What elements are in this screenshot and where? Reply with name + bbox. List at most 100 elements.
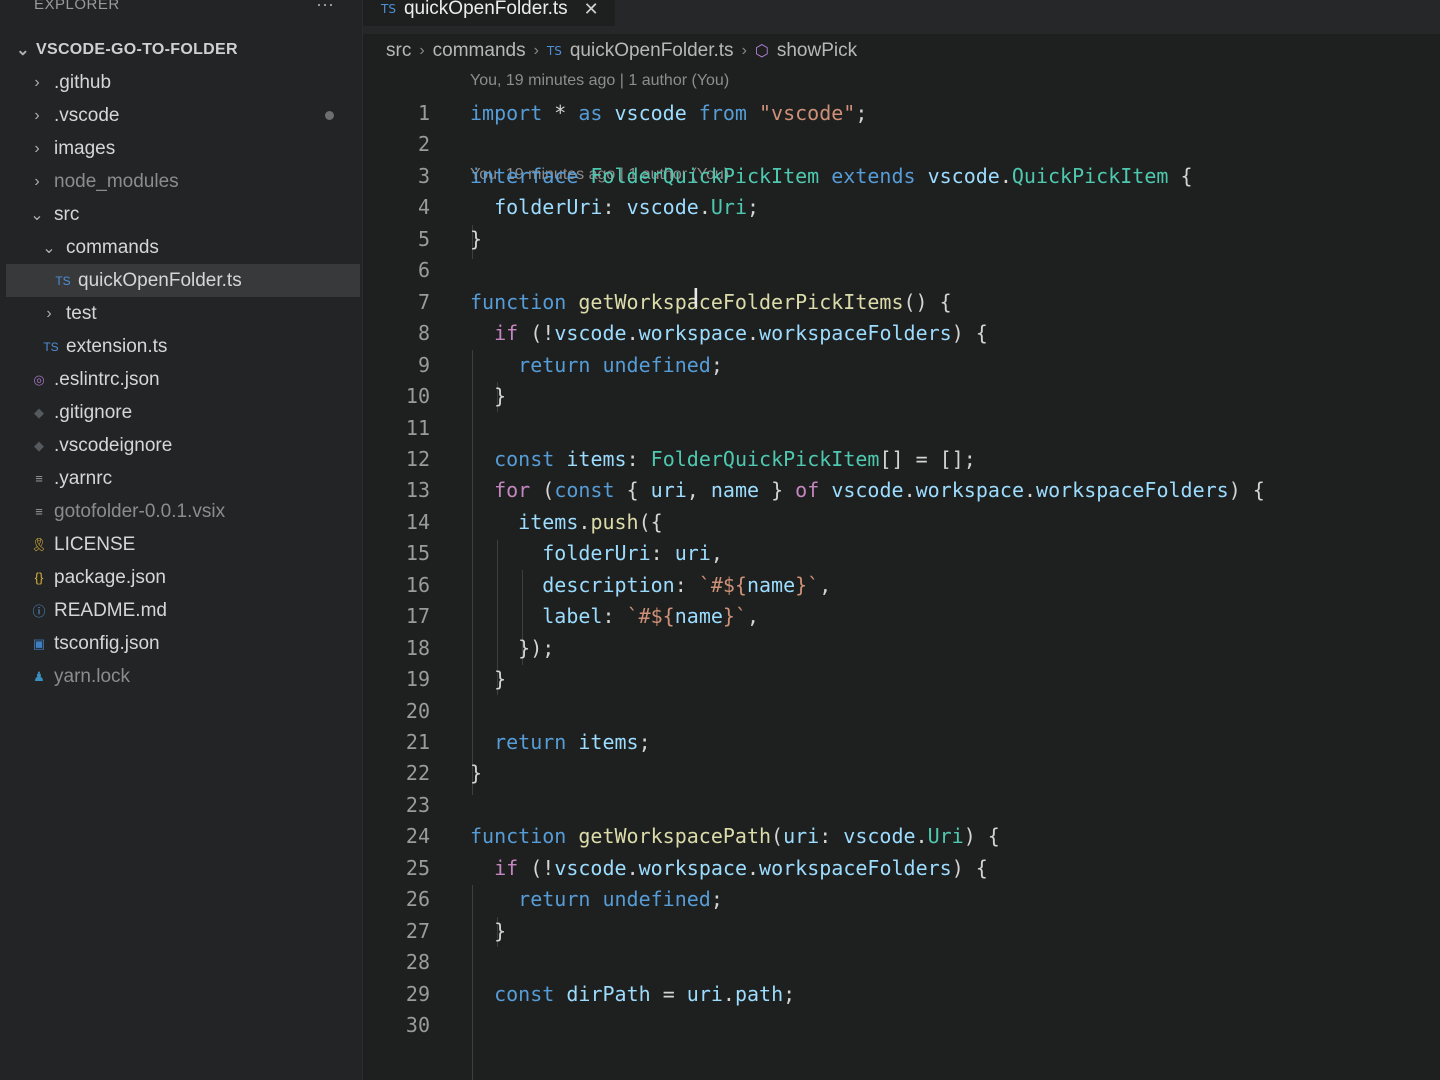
code-token: , xyxy=(686,478,711,503)
explorer-item[interactable]: ⌄ commands xyxy=(6,231,360,264)
explorer-item[interactable]: ⌄ src xyxy=(6,198,360,231)
explorer-item[interactable]: › node_modules xyxy=(6,165,360,198)
code-line[interactable]: 4 folderUri: vscode.Uri; xyxy=(380,192,1440,222)
code-token: workspace xyxy=(638,321,747,346)
explorer-item[interactable]: › test xyxy=(6,297,360,330)
code-token: } xyxy=(470,761,483,786)
codelens-blame[interactable]: You, 19 minutes ago | 1 author (You) xyxy=(470,72,729,90)
code-text: } xyxy=(470,919,506,943)
explorer-item[interactable]: › .github xyxy=(6,66,360,99)
code-token: `#${ xyxy=(698,572,747,597)
code-line[interactable]: 15 folderUri: uri, xyxy=(380,538,1440,568)
explorer-item[interactable]: ◆ .vscodeignore xyxy=(6,429,360,462)
explorer-item[interactable]: ◆ .gitignore xyxy=(6,396,360,429)
code-line[interactable]: 14 items.push({ xyxy=(380,507,1440,537)
explorer-item[interactable]: ≡ gotofolder-0.0.1.vsix xyxy=(6,495,360,528)
code-line[interactable]: 2 xyxy=(380,129,1440,159)
code-token: extends xyxy=(831,163,916,188)
explorer-item[interactable]: ◎ .eslintrc.json xyxy=(6,363,360,396)
code-token: items xyxy=(566,446,627,471)
explorer-item[interactable]: › images xyxy=(6,132,360,165)
code-line[interactable]: 7 function getWorkspaceFolderPickItems() … xyxy=(380,287,1440,317)
code-token: , xyxy=(747,604,760,629)
explorer-item[interactable]: ≡ .yarnrc xyxy=(6,462,360,495)
explorer-item-label: .github xyxy=(54,71,112,93)
code-token: ( xyxy=(530,478,555,503)
workspace-root-label: VSCODE-GO-TO-FOLDER xyxy=(36,41,238,58)
explorer-item-label: .gitignore xyxy=(54,401,133,423)
code-line[interactable]: 3 interface FolderQuickPickItem extends v… xyxy=(380,161,1440,191)
code-line[interactable]: 24 function getWorkspacePath(uri: vscode.… xyxy=(380,821,1440,851)
explorer-item[interactable]: 🎗 LICENSE xyxy=(6,528,360,561)
code-token: "vscode" xyxy=(746,101,856,125)
explorer-item[interactable]: › .vscode xyxy=(6,99,360,132)
line-number: 28 xyxy=(405,950,430,975)
explorer-item[interactable]: {} package.json xyxy=(6,561,360,594)
breadcrumb-src[interactable]: src xyxy=(386,40,411,62)
code-line[interactable]: 11 xyxy=(380,413,1440,443)
close-icon[interactable]: ✕ xyxy=(584,0,599,20)
code-line[interactable]: 19 } xyxy=(380,664,1440,694)
code-text: const dirPath = uri.path; xyxy=(470,982,795,1006)
code-token: : xyxy=(674,572,699,597)
code-line[interactable]: 30 xyxy=(380,1010,1440,1040)
line-number: 8 xyxy=(417,321,430,346)
code-line[interactable]: 26 return undefined; xyxy=(380,884,1440,914)
code-line[interactable]: 22} xyxy=(380,758,1440,788)
code-line[interactable]: 8 if (!vscode.workspace.workspaceFolders… xyxy=(380,318,1440,348)
line-number: 27 xyxy=(405,918,430,943)
code-token: folderUri xyxy=(494,195,603,220)
code-line[interactable]: 21 return items; xyxy=(380,727,1440,757)
tsconfig-icon: ▣ xyxy=(32,635,46,651)
breadcrumb-file[interactable]: quickOpenFolder.ts xyxy=(570,40,734,62)
explorer-item[interactable]: ▣ tsconfig.json xyxy=(6,627,360,660)
code-line[interactable]: 13 for (const { uri, name } of vscode.wo… xyxy=(380,475,1440,505)
breadcrumb-symbol[interactable]: showPick xyxy=(777,40,857,62)
code-line[interactable]: 29 const dirPath = uri.path; xyxy=(380,979,1440,1009)
code-line[interactable]: 1 import * as vscode from "vscode"; xyxy=(380,98,1440,128)
explorer-item[interactable]: ⓘ README.md xyxy=(6,594,360,627)
code-line[interactable]: 12 const items: FolderQuickPickItem[] = … xyxy=(380,444,1440,474)
code-token: ; xyxy=(710,887,723,912)
code-token: vscode xyxy=(927,163,1000,188)
line-number: 6 xyxy=(417,258,430,283)
code-text: for (const { uri, name } of vscode.works… xyxy=(470,478,1265,502)
code-line[interactable]: 25 if (!vscode.workspace.workspaceFolder… xyxy=(380,853,1440,883)
code-token: } xyxy=(759,478,796,503)
code-token: : xyxy=(626,446,651,471)
code-line[interactable]: 23 xyxy=(380,790,1440,820)
json-icon: {} xyxy=(34,570,44,585)
explorer-item[interactable]: TS extension.ts xyxy=(6,330,360,363)
typescript-icon: TS xyxy=(381,2,396,16)
code-token: workspaceFolders xyxy=(759,855,952,880)
tab-quickopenfolder[interactable]: TS quickOpenFolder.ts ✕ xyxy=(363,0,615,26)
code-token: label xyxy=(542,604,603,629)
code-token: name xyxy=(746,572,796,597)
code-token: ) { xyxy=(951,321,988,346)
breadcrumb-commands[interactable]: commands xyxy=(433,40,526,62)
explorer-item[interactable]: ♟ yarn.lock xyxy=(6,660,360,693)
code-line[interactable]: 6 xyxy=(380,255,1440,285)
code-line[interactable]: 20 xyxy=(380,696,1440,726)
code-token: . xyxy=(626,321,639,346)
typescript-icon: TS xyxy=(43,339,59,354)
workspace-root-folder[interactable]: ⌄ VSCODE-GO-TO-FOLDER xyxy=(14,38,238,62)
code-line[interactable]: 10 } xyxy=(380,381,1440,411)
code-line[interactable]: 16 description: `#${name}`, xyxy=(380,570,1440,600)
code-line[interactable]: 9 return undefined; xyxy=(380,350,1440,380)
more-actions-icon[interactable]: ··· xyxy=(316,0,334,15)
code-line[interactable]: 28 xyxy=(380,947,1440,977)
code-token: const xyxy=(494,981,555,1006)
code-line[interactable]: 27 } xyxy=(380,916,1440,946)
code-line[interactable]: 5} xyxy=(380,224,1440,254)
code-line[interactable]: 18 }); xyxy=(380,633,1440,663)
line-number: 16 xyxy=(405,572,430,597)
code-line[interactable]: 17 label: `#${name}`, xyxy=(380,601,1440,631)
explorer-item[interactable]: TS quickOpenFolder.ts xyxy=(6,264,360,297)
